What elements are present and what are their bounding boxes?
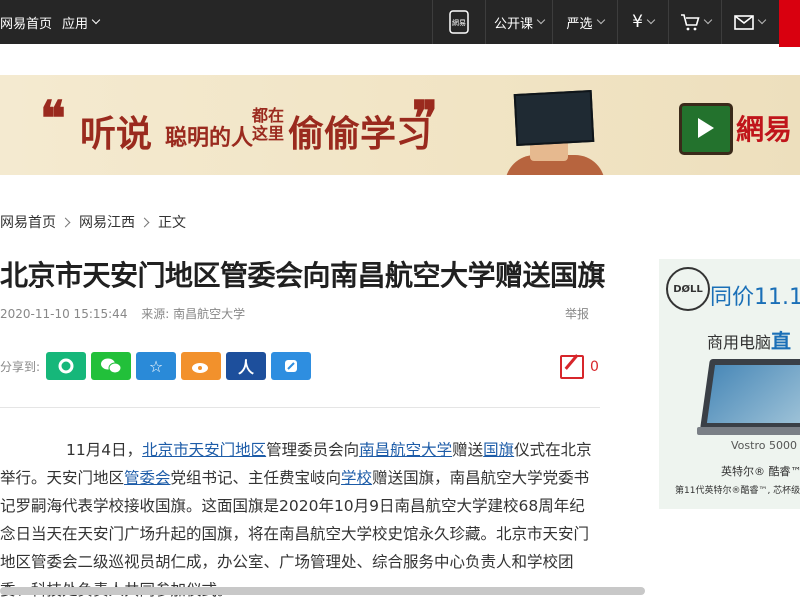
laptop-image [700, 359, 800, 429]
share-bar: 分享到: ☆ 人 [0, 352, 316, 380]
keyword-link[interactable]: 北京市天安门地区 [142, 441, 266, 459]
article-title: 北京市天安门地区管委会向南昌航空大学赠送国旗 [0, 259, 606, 292]
netease-home-link[interactable]: 网易首页 [0, 13, 52, 32]
wechat-icon [101, 358, 122, 374]
payment-menu[interactable]: ¥ [617, 0, 668, 44]
share-wechat-button[interactable] [91, 352, 132, 380]
topbar-left: 网易首页 应用 [0, 0, 109, 44]
weibo-icon [192, 363, 209, 373]
article-paragraph: 11月4日，北京市天安门地区管理委员会向南昌航空大学赠送国旗仪式在北京举行。天安… [0, 436, 600, 604]
chevron-down-icon [596, 15, 605, 25]
text-segment: 赠送 [452, 441, 484, 459]
banner-slogan-part3: 都在这里 [252, 106, 285, 143]
comment-count: 0 [590, 359, 599, 375]
top-navigation-bar: 网易首页 应用 網易 公开课 严选 ¥ [0, 0, 800, 47]
share-renren-button[interactable]: 人 [226, 352, 267, 380]
ad-intel: 英特尔® 酷睿™ [721, 465, 800, 478]
comment-link[interactable]: 0 [560, 355, 599, 379]
article-source[interactable]: 来源: 南昌航空大学 [141, 307, 245, 321]
note-icon [285, 360, 298, 372]
text-segment: 党组书记、主任费宝岐向 [170, 469, 342, 487]
mobile-app-button[interactable]: 網易 [432, 0, 485, 44]
share-weibo-button[interactable] [181, 352, 222, 380]
breadcrumb: 网易首页 网易江西 正文 [0, 212, 186, 232]
book-image [513, 89, 595, 147]
text-segment: 管理委员会向 [266, 441, 360, 459]
topbar-right: 網易 公开课 严选 ¥ [432, 0, 776, 44]
shopping-cart-menu[interactable] [668, 0, 721, 44]
ad-model: Vostro 5000 [731, 439, 797, 452]
apps-menu[interactable]: 应用 [62, 13, 101, 32]
open-course-menu[interactable]: 公开课 [485, 0, 552, 44]
article-body: 11月4日，北京市天安门地区管理委员会向南昌航空大学赠送国旗仪式在北京举行。天安… [0, 436, 600, 604]
phone-icon: 網易 [449, 10, 469, 34]
open-course-label: 公开课 [493, 16, 533, 32]
dell-logo: DØLL [666, 267, 710, 311]
svg-text:網易: 網易 [452, 18, 466, 27]
yanxuan-menu[interactable]: 严选 [552, 0, 617, 44]
breadcrumb-jiangxi[interactable]: 网易江西 [79, 212, 135, 232]
share-label: 分享到: [0, 359, 41, 374]
share-youdao-note-button[interactable] [271, 352, 312, 380]
ad-subline: 商用电脑直 [707, 325, 791, 354]
horizontal-scrollbar[interactable] [0, 587, 645, 595]
apps-menu-label: 应用 [62, 16, 89, 32]
play-screen-icon [679, 103, 733, 155]
ad-intel-detail: 第11代英特尔®酷睿™, 芯杯级 [675, 486, 800, 496]
chevron-right-icon [60, 217, 71, 227]
renren-icon: 人 [238, 358, 255, 377]
keyword-link[interactable]: 国旗 [483, 441, 514, 459]
mail-icon [733, 14, 754, 30]
red-accent-tab[interactable] [779, 0, 800, 47]
banner-slogan-part2: 聪明的人 [165, 125, 254, 151]
right-quote-mark: ❞ [412, 91, 438, 147]
chevron-down-icon [91, 15, 101, 25]
chevron-right-icon [139, 217, 150, 227]
keyword-link[interactable]: 管委会 [124, 469, 171, 487]
qzone-icon [58, 358, 74, 374]
ad-headline: 同价11.11 [710, 285, 800, 310]
edit-comment-icon [560, 355, 584, 379]
cart-icon [680, 14, 700, 31]
star-icon: ☆ [148, 356, 164, 376]
mail-menu[interactable] [721, 0, 776, 44]
share-favorite-button[interactable]: ☆ [136, 352, 177, 380]
breadcrumb-current: 正文 [158, 215, 186, 231]
yanxuan-label: 严选 [566, 16, 593, 32]
keyword-link[interactable]: 学校 [341, 469, 372, 487]
keyword-link[interactable]: 南昌航空大学 [359, 441, 452, 459]
report-link[interactable]: 举报 [565, 305, 589, 322]
netease-brand-logo: 網易 [736, 113, 793, 146]
chevron-down-icon [646, 15, 656, 25]
divider [0, 407, 600, 408]
ad-subline-bold: 直 [771, 329, 792, 353]
ad-subline-text: 商用电脑 [707, 333, 772, 352]
article-meta: 2020-11-10 15:15:44 来源: 南昌航空大学 [0, 305, 255, 322]
chevron-down-icon [703, 15, 712, 25]
breadcrumb-home[interactable]: 网易首页 [0, 212, 56, 232]
banner-slogan-part4: 偷偷学习 [288, 113, 433, 155]
publish-datetime: 2020-11-10 15:15:44 [0, 307, 128, 321]
dell-ad[interactable]: DØLL 同价11.11 商用电脑直 Vostro 5000 英特尔® 酷睿™ … [659, 259, 800, 509]
text-segment: 11月4日， [66, 441, 143, 459]
text-segment: 赠送国旗，南昌航空大学党委书记罗嗣海代表学校接收国旗。这面国旗是2020年10月… [0, 469, 590, 599]
chevron-down-icon [757, 15, 766, 25]
banner-slogan-part1: 听说 [80, 113, 153, 155]
chevron-down-icon [536, 15, 546, 25]
yen-icon: ¥ [632, 12, 643, 32]
laptop-base [697, 427, 800, 435]
left-quote-mark: ❝ [40, 91, 66, 147]
share-qq-zone-button[interactable] [46, 352, 87, 380]
